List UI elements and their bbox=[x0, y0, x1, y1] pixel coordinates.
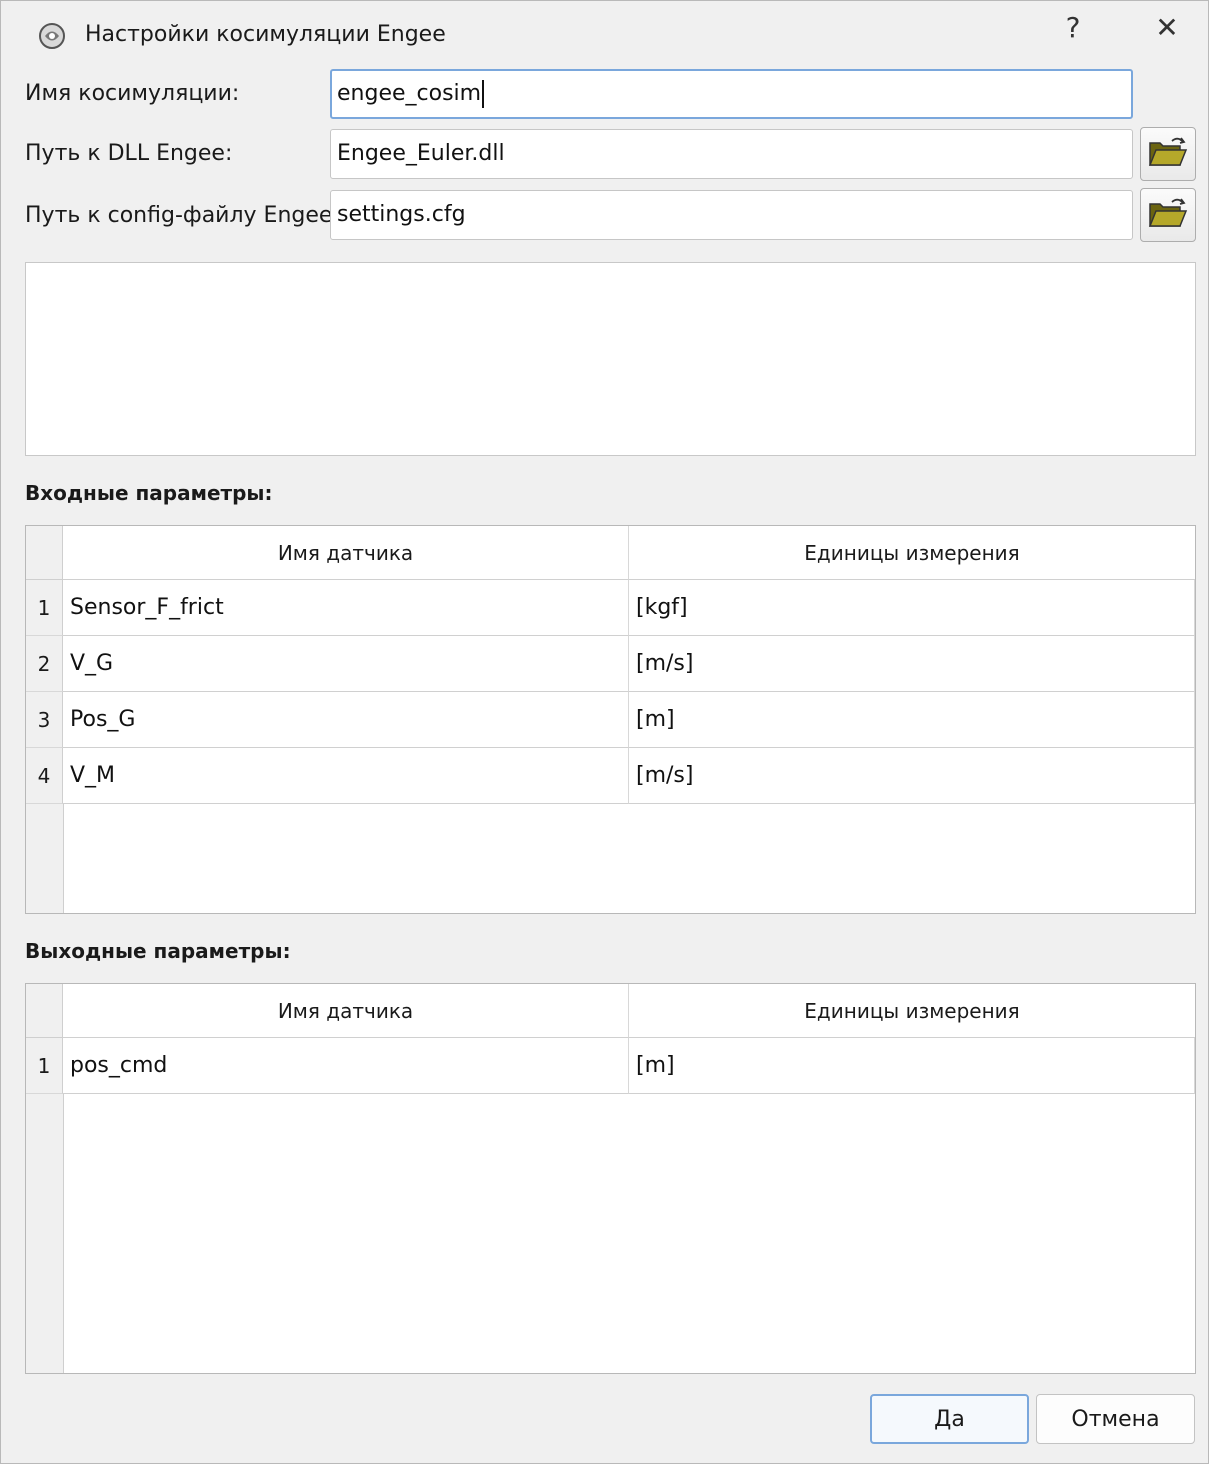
cosim-name-label: Имя косимуляции: bbox=[25, 81, 240, 106]
table-row[interactable]: 1 Sensor_F_frict [kgf] bbox=[26, 580, 1195, 636]
outputs-section-label: Выходные параметры: bbox=[25, 939, 291, 963]
row-number[interactable]: 4 bbox=[26, 748, 63, 804]
row-number[interactable]: 1 bbox=[26, 580, 63, 636]
sensor-name-cell[interactable]: V_G bbox=[63, 636, 629, 692]
description-area[interactable] bbox=[25, 262, 1196, 456]
units-cell[interactable]: [m] bbox=[629, 692, 1195, 748]
cosim-name-input[interactable]: engee_cosim bbox=[330, 69, 1133, 119]
table-row[interactable]: 2 V_G [m/s] bbox=[26, 636, 1195, 692]
table-row[interactable]: 1 pos_cmd [m] bbox=[26, 1038, 1195, 1094]
table-corner[interactable] bbox=[26, 526, 63, 580]
ok-button[interactable]: Да bbox=[870, 1394, 1029, 1444]
inputs-table-header: Имя датчика Единицы измерения bbox=[26, 526, 1195, 580]
config-path-label: Путь к config-файлу Engee: bbox=[25, 203, 340, 228]
title-bar[interactable]: Настройки косимуляции Engee ? ✕ bbox=[1, 1, 1208, 63]
column-header-sensor-name[interactable]: Имя датчика bbox=[63, 984, 629, 1038]
sensor-name-cell[interactable]: Pos_G bbox=[63, 692, 629, 748]
outputs-table-header: Имя датчика Единицы измерения bbox=[26, 984, 1195, 1038]
browse-config-button[interactable] bbox=[1140, 188, 1196, 242]
sensor-name-cell[interactable]: V_M bbox=[63, 748, 629, 804]
browse-dll-button[interactable] bbox=[1140, 127, 1196, 181]
table-row[interactable]: 3 Pos_G [m] bbox=[26, 692, 1195, 748]
row-number[interactable]: 1 bbox=[26, 1038, 63, 1094]
open-folder-icon bbox=[1148, 135, 1188, 173]
units-cell[interactable]: [m/s] bbox=[629, 748, 1195, 804]
dll-path-input[interactable]: Engee_Euler.dll bbox=[330, 129, 1133, 179]
units-cell[interactable]: [m/s] bbox=[629, 636, 1195, 692]
cancel-button[interactable]: Отмена bbox=[1036, 1394, 1195, 1444]
window-title: Настройки косимуляции Engee bbox=[85, 22, 446, 47]
row-number[interactable]: 2 bbox=[26, 636, 63, 692]
table-corner[interactable] bbox=[26, 984, 63, 1038]
sensor-name-cell[interactable]: Sensor_F_frict bbox=[63, 580, 629, 636]
close-button[interactable]: ✕ bbox=[1137, 5, 1197, 49]
dll-path-label: Путь к DLL Engee: bbox=[25, 141, 233, 166]
outputs-table: Имя датчика Единицы измерения 1 pos_cmd … bbox=[25, 983, 1196, 1374]
sensor-name-cell[interactable]: pos_cmd bbox=[63, 1038, 629, 1094]
row-number[interactable]: 3 bbox=[26, 692, 63, 748]
column-header-units[interactable]: Единицы измерения bbox=[629, 526, 1195, 580]
engee-app-icon bbox=[37, 21, 67, 51]
help-button[interactable]: ? bbox=[1043, 5, 1103, 49]
cosim-settings-dialog: Настройки косимуляции Engee ? ✕ Имя коси… bbox=[0, 0, 1209, 1464]
units-cell[interactable]: [kgf] bbox=[629, 580, 1195, 636]
open-folder-icon bbox=[1148, 196, 1188, 234]
units-cell[interactable]: [m] bbox=[629, 1038, 1195, 1094]
text-caret bbox=[482, 80, 485, 108]
column-header-units[interactable]: Единицы измерения bbox=[629, 984, 1195, 1038]
inputs-section-label: Входные параметры: bbox=[25, 481, 273, 505]
config-path-input[interactable]: settings.cfg bbox=[330, 190, 1133, 240]
inputs-table: Имя датчика Единицы измерения 1 Sensor_F… bbox=[25, 525, 1196, 914]
column-header-sensor-name[interactable]: Имя датчика bbox=[63, 526, 629, 580]
table-row[interactable]: 4 V_M [m/s] bbox=[26, 748, 1195, 804]
cosim-name-value: engee_cosim bbox=[337, 81, 482, 106]
